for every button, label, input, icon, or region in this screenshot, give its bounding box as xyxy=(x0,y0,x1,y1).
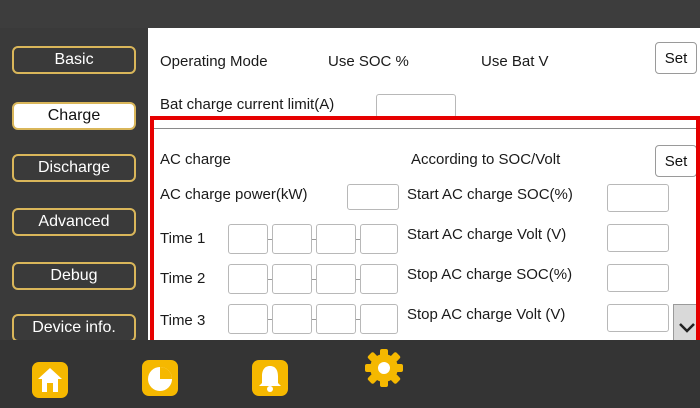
start-ac-charge-soc-label: Start AC charge SOC(%) xyxy=(407,186,573,203)
stop-ac-charge-soc-input[interactable] xyxy=(607,264,669,292)
time-2-label: Time 2 xyxy=(160,270,206,287)
time-3-start-minute-input[interactable] xyxy=(272,304,312,334)
pie-chart-icon xyxy=(142,360,178,396)
time-3-label: Time 3 xyxy=(160,312,206,329)
sidebar-item-charge[interactable]: Charge xyxy=(12,102,136,130)
sidebar-item-discharge[interactable]: Discharge xyxy=(12,154,136,182)
time-2-start-hour-input[interactable] xyxy=(228,264,268,294)
operating-mode-label: Operating Mode xyxy=(160,53,268,70)
ac-charge-label: AC charge xyxy=(160,151,231,168)
ac-charge-set-button[interactable]: Set xyxy=(655,145,697,177)
gear-icon xyxy=(365,349,403,387)
top-bar xyxy=(0,0,700,28)
sidebar-item-debug[interactable]: Debug xyxy=(12,262,136,290)
tab-home[interactable] xyxy=(30,360,70,400)
set-button-label: Set xyxy=(664,49,688,67)
section-divider xyxy=(154,128,700,129)
time-2-end-minute-input[interactable] xyxy=(360,264,398,294)
bat-charge-current-limit-label: Bat charge current limit(A) xyxy=(160,96,335,113)
time-1-end-hour-input[interactable] xyxy=(316,224,356,254)
sidebar-item-basic[interactable]: Basic xyxy=(12,46,136,74)
bottom-tab-bar xyxy=(0,340,700,408)
use-soc-option[interactable]: Use SOC % xyxy=(328,53,409,70)
stop-ac-charge-volt-input[interactable] xyxy=(607,304,669,332)
sidebar-item-label: Discharge xyxy=(37,159,111,176)
tab-alarms[interactable] xyxy=(250,358,290,398)
chevron-down-icon xyxy=(678,323,695,333)
operating-mode-set-button[interactable]: Set xyxy=(655,42,697,74)
ac-charge-power-input[interactable] xyxy=(347,184,399,210)
time-3-end-minute-input[interactable] xyxy=(360,304,398,334)
start-ac-charge-volt-input[interactable] xyxy=(607,224,669,252)
sidebar-item-label: Advanced xyxy=(38,213,110,230)
start-ac-charge-soc-input[interactable] xyxy=(607,184,669,212)
use-bat-v-option[interactable]: Use Bat V xyxy=(481,53,549,70)
time-3-start-hour-input[interactable] xyxy=(228,304,268,334)
bat-charge-current-limit-input[interactable] xyxy=(376,94,456,118)
ac-charge-power-label: AC charge power(kW) xyxy=(160,186,308,203)
sidebar-item-advanced[interactable]: Advanced xyxy=(12,208,136,236)
stop-ac-charge-soc-label: Stop AC charge SOC(%) xyxy=(407,266,573,283)
time-1-end-minute-input[interactable] xyxy=(360,224,398,254)
sidebar-item-device-info[interactable]: Device info. xyxy=(12,314,136,342)
time-1-start-hour-input[interactable] xyxy=(228,224,268,254)
time-1-start-minute-input[interactable] xyxy=(272,224,312,254)
tab-settings[interactable] xyxy=(362,346,406,390)
home-icon xyxy=(32,362,68,398)
bell-icon xyxy=(252,360,288,396)
sidebar-item-label: Basic xyxy=(54,51,94,68)
time-2-start-minute-input[interactable] xyxy=(272,264,312,294)
set-button-label: Set xyxy=(664,152,688,170)
time-3-end-hour-input[interactable] xyxy=(316,304,356,334)
sidebar-item-label: Charge xyxy=(47,107,101,124)
sidebar-item-label: Debug xyxy=(50,267,98,284)
tab-statistics[interactable] xyxy=(140,358,180,398)
according-to-soc-volt-label[interactable]: According to SOC/Volt xyxy=(411,151,560,168)
sidebar: Basic Charge Discharge Advanced Debug De… xyxy=(0,28,148,342)
start-ac-charge-volt-label: Start AC charge Volt (V) xyxy=(407,226,567,243)
time-1-label: Time 1 xyxy=(160,230,206,247)
stop-ac-charge-volt-label: Stop AC charge Volt (V) xyxy=(407,306,566,323)
sidebar-item-label: Device info. xyxy=(32,319,116,336)
time-2-end-hour-input[interactable] xyxy=(316,264,356,294)
